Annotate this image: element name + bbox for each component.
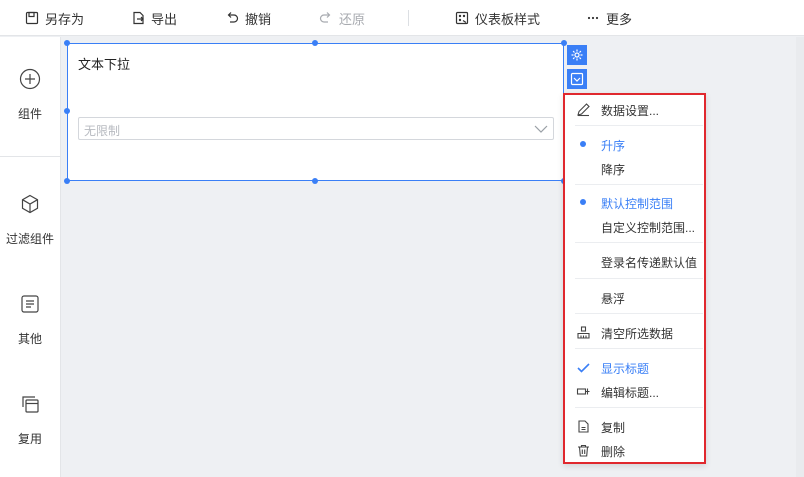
resize-handle-top[interactable] bbox=[312, 40, 318, 46]
redo-button[interactable]: 还原 bbox=[319, 0, 365, 36]
vertical-scrollbar[interactable] bbox=[796, 37, 804, 477]
menu-item-label: 复制 bbox=[601, 421, 626, 435]
resize-handle-top-left[interactable] bbox=[64, 40, 70, 46]
undo-icon bbox=[227, 12, 239, 23]
sidebar-item-label: 过滤组件 bbox=[5, 232, 54, 246]
widget-settings-button[interactable] bbox=[567, 45, 587, 65]
dropdown-select[interactable]: 无限制 bbox=[78, 117, 554, 140]
undo-label: 撤销 bbox=[245, 11, 272, 27]
menu-item-label: 自定义控制范围... bbox=[601, 221, 696, 235]
widget-menu-button[interactable] bbox=[567, 69, 587, 89]
broom-icon bbox=[575, 324, 591, 340]
check-icon bbox=[575, 359, 591, 375]
gear-icon bbox=[571, 49, 583, 61]
menu-item-float[interactable]: 悬浮 bbox=[565, 287, 704, 307]
palette-icon bbox=[455, 11, 469, 25]
sidebar-item-filters[interactable]: 过滤组件 bbox=[0, 192, 60, 247]
menu-item-label: 显示标题 bbox=[601, 362, 650, 376]
menu-item-custom-scope[interactable]: 自定义控制范围... bbox=[565, 216, 704, 236]
menu-item-edit-title[interactable]: 编辑标题... bbox=[565, 381, 704, 401]
dropdown-placeholder: 无限制 bbox=[84, 124, 121, 138]
edit-title-icon bbox=[575, 383, 591, 399]
cube-icon bbox=[18, 192, 42, 216]
ellipsis-icon bbox=[587, 16, 599, 20]
menu-divider bbox=[575, 125, 703, 126]
trash-icon bbox=[575, 442, 591, 458]
menu-item-default-scope[interactable]: 默认控制范围 bbox=[565, 192, 704, 212]
save-as-label: 另存为 bbox=[45, 11, 85, 27]
toolbar-divider bbox=[408, 10, 409, 26]
export-label: 导出 bbox=[151, 11, 178, 27]
chevron-down-icon bbox=[534, 125, 548, 133]
menu-item-clear-selection[interactable]: 清空所选数据 bbox=[565, 322, 704, 342]
menu-item-copy[interactable]: 复制 bbox=[565, 416, 704, 436]
text-dropdown-widget[interactable]: 文本下拉 无限制 bbox=[67, 43, 564, 181]
redo-label: 还原 bbox=[339, 11, 366, 27]
export-icon bbox=[133, 11, 144, 25]
list-box-icon bbox=[18, 292, 42, 316]
selected-dot-icon bbox=[575, 194, 591, 210]
more-button[interactable]: 更多 bbox=[586, 0, 632, 36]
menu-item-label: 默认控制范围 bbox=[601, 197, 674, 211]
sidebar-item-label: 其他 bbox=[17, 332, 42, 346]
menu-divider bbox=[575, 278, 703, 279]
menu-item-label: 数据设置... bbox=[601, 104, 660, 118]
menu-divider bbox=[575, 407, 703, 408]
selected-dot-icon bbox=[575, 136, 591, 152]
resize-handle-bottom[interactable] bbox=[312, 178, 318, 184]
chevron-down-box-icon bbox=[570, 72, 584, 86]
menu-item-login-default[interactable]: 登录名传递默认值 bbox=[565, 251, 704, 271]
undo-button[interactable]: 撤销 bbox=[225, 0, 271, 36]
widget-title: 文本下拉 bbox=[78, 57, 131, 72]
plus-circle-icon bbox=[18, 67, 42, 91]
redo-icon bbox=[319, 12, 331, 23]
menu-divider bbox=[575, 348, 703, 349]
menu-item-label: 清空所选数据 bbox=[601, 327, 674, 341]
menu-divider bbox=[575, 184, 703, 185]
widget-context-menu: 数据设置... 升序 降序 默认控制范围 自定义控制范围... 登录名传递默认值… bbox=[563, 93, 706, 464]
menu-item-show-title[interactable]: 显示标题 bbox=[565, 357, 704, 377]
stacked-windows-icon bbox=[18, 392, 42, 416]
save-icon bbox=[25, 11, 39, 25]
dashboard-style-label: 仪表板样式 bbox=[475, 11, 541, 27]
menu-item-label: 编辑标题... bbox=[601, 386, 660, 400]
more-label: 更多 bbox=[606, 11, 633, 27]
pencil-icon bbox=[575, 101, 591, 117]
menu-item-sort-ascending[interactable]: 升序 bbox=[565, 134, 704, 154]
sidebar-item-components[interactable]: 组件 bbox=[0, 67, 60, 122]
menu-item-label: 登录名传递默认值 bbox=[601, 256, 698, 270]
sidebar-item-label: 复用 bbox=[17, 432, 42, 446]
copy-icon bbox=[575, 418, 591, 434]
menu-item-label: 删除 bbox=[601, 445, 626, 459]
resize-handle-bottom-left[interactable] bbox=[64, 178, 70, 184]
resize-handle-left[interactable] bbox=[64, 108, 70, 114]
sidebar-item-reuse[interactable]: 复用 bbox=[0, 392, 60, 447]
menu-divider bbox=[575, 242, 703, 243]
menu-item-label: 降序 bbox=[601, 163, 626, 177]
save-as-button[interactable]: 另存为 bbox=[25, 0, 84, 36]
sidebar-item-others[interactable]: 其他 bbox=[0, 292, 60, 347]
toolbar: 另存为 导出 撤销 还原 仪表板样式 更多 bbox=[0, 0, 804, 36]
component-sidebar: 组件 过滤组件 其他 复用 bbox=[0, 37, 61, 477]
menu-item-sort-descending[interactable]: 降序 bbox=[565, 158, 704, 178]
menu-item-delete[interactable]: 删除 bbox=[565, 440, 704, 460]
sidebar-divider bbox=[0, 156, 60, 157]
dashboard-style-button[interactable]: 仪表板样式 bbox=[455, 0, 540, 36]
menu-item-label: 升序 bbox=[601, 139, 626, 153]
sidebar-item-label: 组件 bbox=[17, 107, 42, 121]
export-button[interactable]: 导出 bbox=[131, 0, 177, 36]
menu-item-data-settings[interactable]: 数据设置... bbox=[565, 99, 704, 119]
menu-item-label: 悬浮 bbox=[601, 292, 626, 306]
menu-divider bbox=[575, 313, 703, 314]
